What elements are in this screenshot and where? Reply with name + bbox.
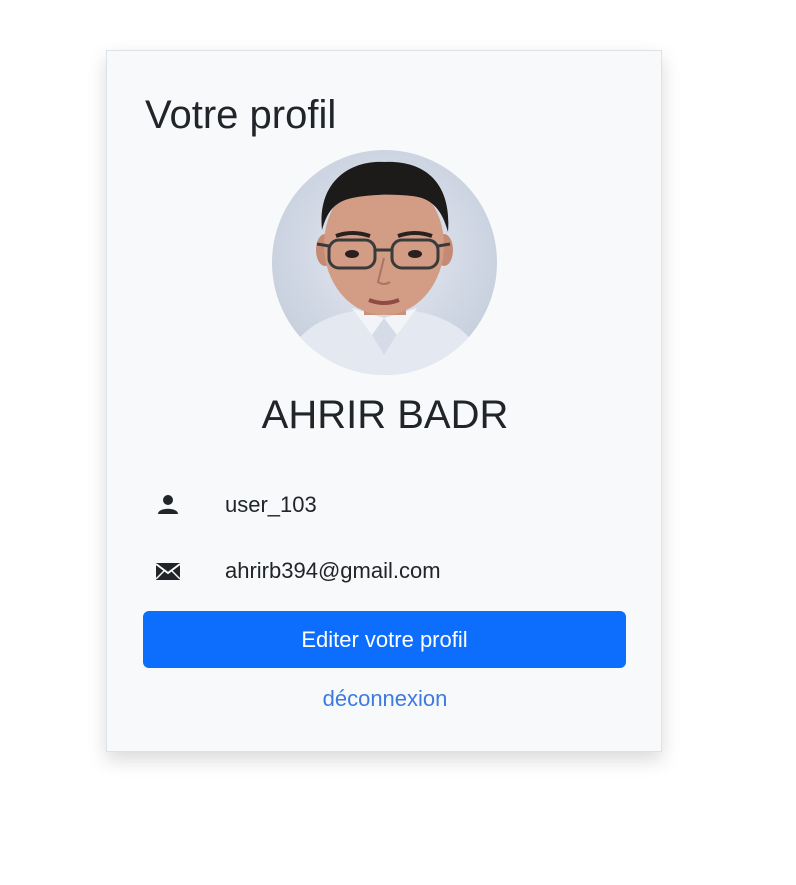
full-name: AHRIR BADR: [261, 393, 509, 437]
page-title: Votre profil: [145, 93, 337, 137]
avatar: [272, 150, 497, 375]
email-value: ahrirb394@gmail.com: [225, 558, 441, 583]
username-row: user_103: [145, 489, 625, 521]
profile-card: Votre profil AHRIR BADR user_103 ahrirb3…: [106, 50, 662, 752]
edit-profile-button[interactable]: Editer votre profil: [143, 611, 626, 668]
email-row: ahrirb394@gmail.com: [145, 555, 625, 587]
logout-link[interactable]: déconnexion: [107, 685, 663, 713]
avatar-photo: [282, 161, 487, 375]
username-value: user_103: [225, 492, 317, 517]
envelope-icon: [153, 559, 183, 583]
user-icon: [153, 493, 183, 517]
